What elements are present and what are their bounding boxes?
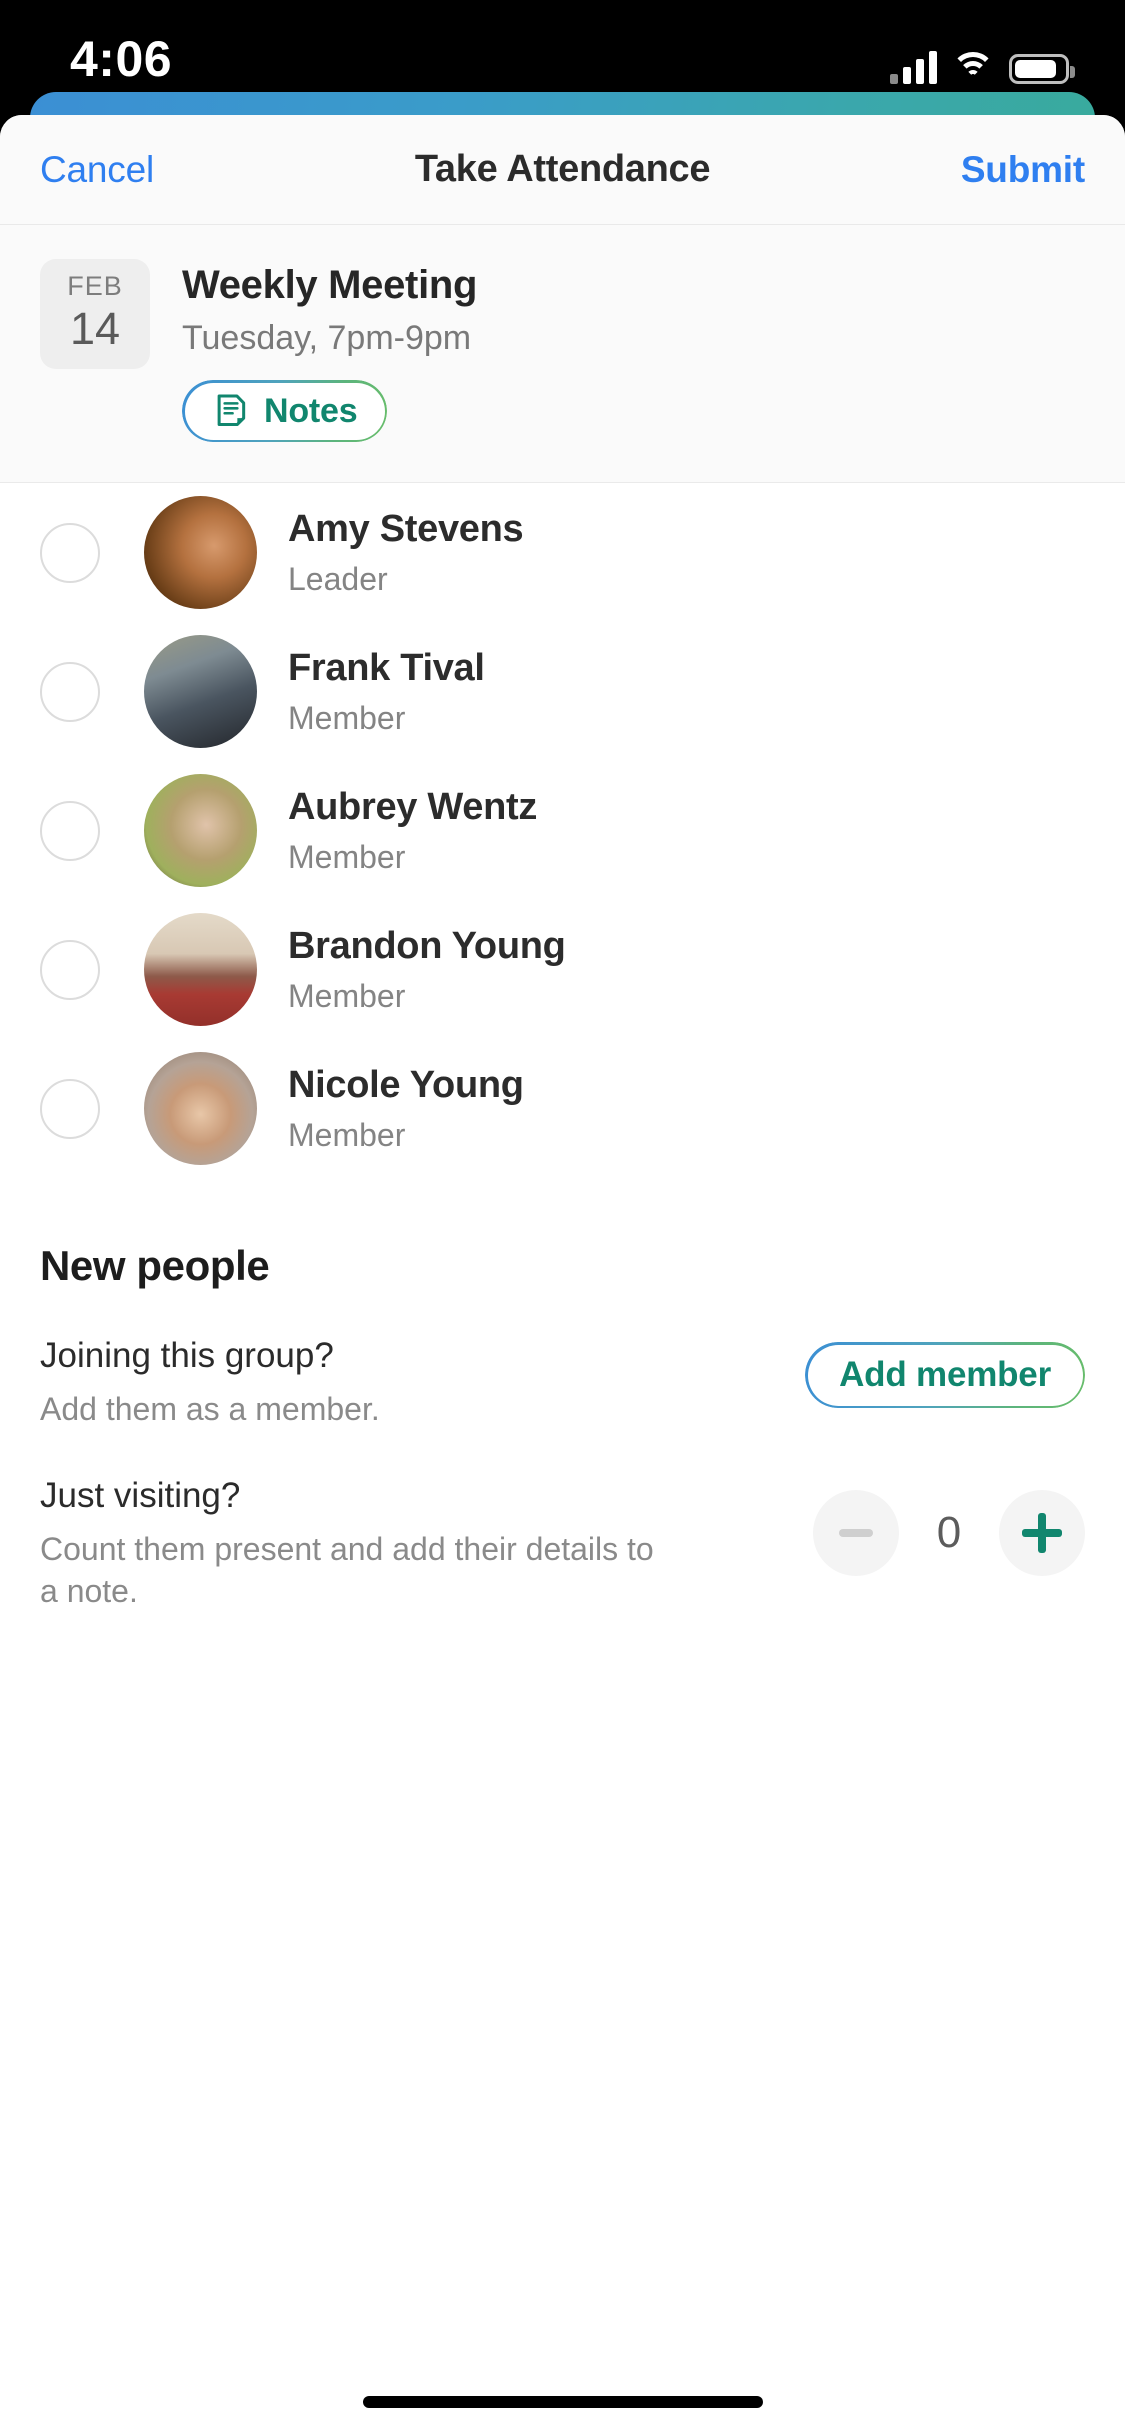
person-role: Leader (288, 560, 388, 597)
avatar (144, 1052, 257, 1165)
attendance-checkbox[interactable] (40, 1078, 100, 1139)
attendance-roster: Amy Stevens Leader Frank Tival Member Au… (0, 483, 1125, 1178)
person-role: Member (288, 838, 406, 875)
joining-group-question: Joining this group? (40, 1336, 334, 1375)
person-name: Aubrey Wentz (288, 785, 538, 828)
avatar (144, 774, 257, 887)
person-info: Amy Stevens Leader (288, 507, 524, 598)
avatar (144, 913, 257, 1026)
table-row[interactable]: Frank Tival Member (0, 622, 1125, 761)
person-name: Frank Tival (288, 646, 485, 689)
page-title: Take Attendance (414, 148, 711, 190)
phone-screen: 4:06 Cancel Take Attendance Submit FEB 1… (0, 0, 1125, 2436)
attendance-checkbox[interactable] (40, 661, 100, 722)
visitor-count-value: 0 (936, 1508, 962, 1558)
submit-button[interactable]: Submit (961, 149, 1085, 191)
person-info: Nicole Young Member (288, 1064, 524, 1154)
take-attendance-sheet: Cancel Take Attendance Submit FEB 14 Wee… (0, 115, 1125, 2436)
avatar-image-1 (144, 635, 257, 748)
table-row[interactable]: Nicole Young Member (0, 1039, 1125, 1178)
meeting-schedule: Tuesday, 7pm-9pm (182, 319, 472, 357)
person-name: Brandon Young (288, 924, 566, 967)
person-info: Brandon Young Member (288, 925, 566, 1015)
wifi-icon (951, 50, 995, 84)
joining-group-row: Joining this group? Add them as a member… (40, 1336, 1085, 1430)
just-visiting-description: Count them present and add their details… (40, 1531, 654, 1610)
home-indicator[interactable] (362, 2396, 763, 2408)
attendance-checkbox[interactable] (40, 800, 100, 861)
joining-group-description: Add them as a member. (40, 1391, 380, 1427)
avatar-image-3 (144, 913, 257, 1026)
battery-icon (1009, 54, 1075, 84)
joining-group-text: Joining this group? Add them as a member… (40, 1336, 380, 1430)
notes-button[interactable]: Notes (182, 380, 388, 442)
avatar (144, 496, 257, 609)
meeting-info: Weekly Meeting Tuesday, 7pm-9pm Notes (182, 259, 477, 442)
add-member-button-label: Add member (839, 1355, 1051, 1394)
person-role: Member (288, 977, 406, 1014)
document-note-icon (212, 392, 250, 430)
meeting-title: Weekly Meeting (182, 263, 478, 307)
table-row[interactable]: Aubrey Wentz Member (0, 761, 1125, 900)
plus-icon (1022, 1513, 1062, 1554)
meeting-header: FEB 14 Weekly Meeting Tuesday, 7pm-9pm N… (0, 225, 1125, 483)
date-badge-day: 14 (69, 303, 121, 355)
person-name: Nicole Young (288, 1063, 524, 1106)
date-badge: FEB 14 (40, 259, 150, 369)
table-row[interactable]: Amy Stevens Leader (0, 483, 1125, 622)
minus-icon (839, 1529, 873, 1538)
add-member-button[interactable]: Add member (805, 1342, 1085, 1408)
person-name: Amy Stevens (288, 507, 524, 550)
table-row[interactable]: Brandon Young Member (0, 900, 1125, 1039)
attendance-checkbox[interactable] (40, 522, 100, 583)
just-visiting-text: Just visiting? Count them present and ad… (40, 1476, 660, 1612)
person-info: Frank Tival Member (288, 647, 485, 737)
decrement-button[interactable] (813, 1490, 899, 1577)
increment-button[interactable] (999, 1490, 1085, 1577)
person-role: Member (288, 699, 406, 736)
status-bar-indicators (890, 40, 1075, 84)
new-people-title: New people (40, 1242, 270, 1289)
sheet-navbar: Cancel Take Attendance Submit (0, 115, 1125, 225)
new-people-section: New people Joining this group? Add them … (0, 1178, 1125, 1613)
visitor-count-stepper: 0 (813, 1490, 1085, 1577)
person-info: Aubrey Wentz Member (288, 786, 537, 876)
attendance-checkbox[interactable] (40, 939, 100, 1000)
person-role: Member (288, 1116, 406, 1153)
date-badge-month: FEB (67, 271, 123, 302)
cellular-bars-icon (890, 50, 937, 84)
avatar-image-0 (144, 496, 257, 609)
just-visiting-row: Just visiting? Count them present and ad… (40, 1476, 1085, 1612)
notes-button-label: Notes (264, 391, 358, 430)
avatar (144, 635, 257, 748)
status-bar-time: 4:06 (70, 31, 173, 87)
just-visiting-question: Just visiting? (40, 1476, 241, 1516)
cancel-button[interactable]: Cancel (40, 149, 154, 191)
avatar-image-2 (144, 774, 257, 887)
avatar-image-4 (144, 1052, 257, 1165)
